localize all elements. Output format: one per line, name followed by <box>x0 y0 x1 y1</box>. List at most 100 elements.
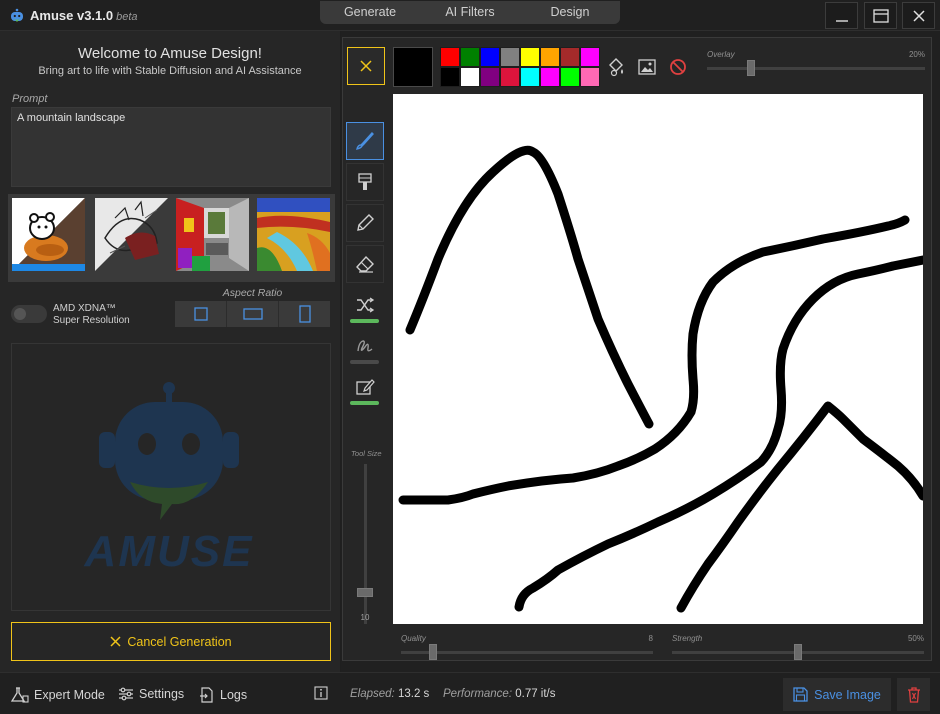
style-thumbnail-sketch[interactable] <box>95 198 168 271</box>
elapsed-value: 13.2 s <box>397 688 430 700</box>
drawing-canvas[interactable] <box>393 94 923 624</box>
prohibited-icon <box>670 59 686 75</box>
paint-bucket-icon <box>609 58 623 77</box>
style-thumbnail-landscape[interactable] <box>257 198 330 271</box>
style-thumbnail-interior[interactable] <box>176 198 249 271</box>
color-swatch[interactable] <box>540 47 560 67</box>
color-swatch[interactable] <box>440 47 460 67</box>
minimize-icon <box>835 19 848 22</box>
flask-icon <box>11 687 29 703</box>
expert-mode-label: Expert Mode <box>34 688 105 702</box>
color-swatch[interactable] <box>460 67 480 87</box>
tool-size-slider-thumb[interactable] <box>357 588 373 597</box>
tab-design[interactable]: Design <box>520 1 620 24</box>
color-swatch[interactable] <box>580 47 600 67</box>
quality-value: 8 <box>648 634 653 643</box>
aspect-landscape-button[interactable] <box>227 301 279 327</box>
color-swatch[interactable] <box>520 47 540 67</box>
color-swatch[interactable] <box>580 67 600 87</box>
cancel-generation-label: Cancel Generation <box>127 634 232 649</box>
overlay-value: 20% <box>908 50 925 59</box>
aspect-ratio-label: Aspect Ratio <box>222 287 283 299</box>
color-swatch[interactable] <box>520 67 540 87</box>
main-tabs: Generate AI Filters Design <box>320 1 620 24</box>
settings-label: Settings <box>139 687 185 701</box>
paint-roller-icon <box>358 173 372 190</box>
aspect-ratio-group <box>175 301 330 327</box>
title-bar: Amuse v3.1.0 beta Generate AI Filters Des… <box>0 0 940 31</box>
shuffle-active-indicator <box>350 319 379 323</box>
status-bar: Expert Mode Settings Logs Elapsed: 13.2 … <box>0 672 940 714</box>
color-swatch[interactable] <box>560 67 580 87</box>
cancel-generation-button[interactable]: Cancel Generation <box>11 622 331 661</box>
squiggle-icon <box>357 340 373 352</box>
sketch-stroke-mountain-left <box>405 145 654 429</box>
color-swatch[interactable] <box>500 47 520 67</box>
tool-size-slider-track[interactable] <box>364 464 367 624</box>
marker-icon <box>357 214 374 231</box>
expert-mode-button[interactable]: Expert Mode <box>11 687 105 703</box>
quality-slider-track[interactable] <box>401 651 653 654</box>
color-swatch[interactable] <box>440 67 460 87</box>
overlay-slider-track[interactable] <box>707 67 925 70</box>
close-icon <box>360 60 372 72</box>
welcome-subtitle: Bring art to life with Stable Diffusion … <box>38 65 302 77</box>
aspect-portrait-button[interactable] <box>279 301 330 327</box>
trash-icon <box>907 686 920 703</box>
quality-slider-thumb[interactable] <box>429 644 437 660</box>
info-button[interactable] <box>314 686 328 700</box>
close-icon <box>912 9 925 22</box>
landscape-thumbnail-image <box>257 198 330 271</box>
tab-ai-filters[interactable]: AI Filters <box>420 1 520 24</box>
sketch-stroke-mountain-right <box>676 401 923 613</box>
design-panel: Overlay 20% Tool Size 10 Quality 8 Stren… <box>341 31 940 672</box>
logs-label: Logs <box>220 688 248 702</box>
color-swatch[interactable] <box>480 47 500 67</box>
save-image-button[interactable]: Save Image <box>783 678 891 711</box>
fill-bucket-button[interactable] <box>604 56 628 78</box>
overlay-slider-thumb[interactable] <box>746 60 755 76</box>
color-swatch[interactable] <box>540 67 560 87</box>
sketch-thumbnail-image <box>95 198 168 271</box>
insert-image-button[interactable] <box>635 56 659 78</box>
left-panel: Welcome to Amuse Design! Bring art to li… <box>0 31 340 672</box>
strength-label: Strength <box>672 634 703 643</box>
marker-tool-button[interactable] <box>346 204 384 242</box>
prompt-input[interactable]: A mountain landscape <box>11 107 331 187</box>
brush-icon <box>356 131 374 150</box>
shuffle-icon <box>357 297 375 313</box>
smooth-stroke-indicator <box>350 360 379 364</box>
color-swatch[interactable] <box>480 67 500 87</box>
document-export-icon <box>200 687 213 703</box>
performance-label: Performance: <box>443 688 513 700</box>
aspect-square-button[interactable] <box>175 301 227 327</box>
logs-button[interactable]: Logs <box>199 687 247 703</box>
elapsed-label: Elapsed: <box>350 688 395 700</box>
disable-overlay-button[interactable] <box>666 56 690 78</box>
color-swatch[interactable] <box>560 47 580 67</box>
delete-image-button[interactable] <box>897 678 930 711</box>
xdna-super-resolution-toggle[interactable] <box>11 305 47 323</box>
amuse-watermark-icon: AMUSE <box>84 382 251 576</box>
close-window-button[interactable] <box>902 2 935 29</box>
color-swatch[interactable] <box>500 67 520 87</box>
toggle-knob <box>14 308 26 320</box>
brush-tool-button[interactable] <box>346 122 384 160</box>
prompt-label: Prompt <box>12 93 48 105</box>
color-swatch[interactable] <box>460 47 480 67</box>
style-thumbnail-cartoon[interactable] <box>12 198 85 271</box>
maximize-button[interactable] <box>864 2 897 29</box>
performance-value: 0.77 it/s <box>515 688 556 700</box>
eraser-tool-button[interactable] <box>346 245 384 283</box>
overlay-label: Overlay <box>707 50 735 59</box>
edit-icon <box>356 379 375 395</box>
settings-button[interactable]: Settings <box>118 687 184 701</box>
portrait-aspect-icon <box>298 305 311 323</box>
clear-canvas-button[interactable] <box>347 47 385 85</box>
minimize-button[interactable] <box>825 2 858 29</box>
current-color-swatch[interactable] <box>393 47 433 87</box>
tab-generate[interactable]: Generate <box>320 1 420 24</box>
interior-thumbnail-image <box>176 198 249 271</box>
fill-brush-tool-button[interactable] <box>346 163 384 201</box>
strength-slider-thumb[interactable] <box>794 644 802 660</box>
